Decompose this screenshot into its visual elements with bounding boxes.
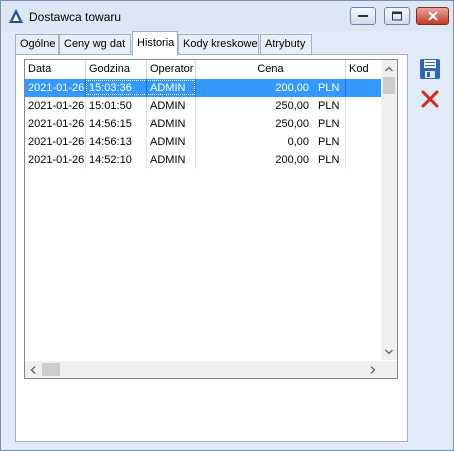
cell-date: 2021-01-26 xyxy=(25,133,86,151)
tab-panel-historia: Data Godzina Operator Cena Kod 2021-01-2… xyxy=(15,54,408,442)
maximize-icon xyxy=(392,11,402,21)
cell-currency: PLN xyxy=(318,100,340,112)
table-row[interactable]: 2021-01-26 14:52:10 ADMIN 200,00 PLN xyxy=(25,151,381,169)
tab-ogolne[interactable]: Ogólne xyxy=(15,34,59,54)
column-header-data[interactable]: Data xyxy=(25,60,86,79)
table-row[interactable]: 2021-01-26 14:56:13 ADMIN 0,00 PLN xyxy=(25,133,381,151)
cell-operator: ADMIN xyxy=(147,97,196,115)
floppy-disk-icon xyxy=(420,59,440,79)
cell-kod xyxy=(346,97,381,115)
table-row[interactable]: 2021-01-26 14:56:15 ADMIN 250,00 PLN xyxy=(25,115,381,133)
cell-date: 2021-01-26 xyxy=(25,115,86,133)
cell-operator: ADMIN xyxy=(147,79,196,97)
cell-date: 2021-01-26 xyxy=(25,79,86,97)
scroll-right-button[interactable] xyxy=(365,361,381,378)
cancel-button[interactable] xyxy=(418,87,442,111)
cell-currency: PLN xyxy=(318,154,340,166)
scroll-down-button[interactable] xyxy=(381,343,397,360)
cell-time: 15:03:36 xyxy=(86,79,147,97)
vertical-scroll-thumb[interactable] xyxy=(383,77,395,94)
horizontal-scrollbar[interactable] xyxy=(25,361,381,378)
grid-header: Data Godzina Operator Cena Kod xyxy=(25,60,381,80)
cell-kod xyxy=(346,151,381,169)
cell-currency: PLN xyxy=(318,82,340,94)
red-x-icon xyxy=(421,90,439,108)
column-header-operator[interactable]: Operator xyxy=(147,60,196,79)
cell-date: 2021-01-26 xyxy=(25,151,86,169)
chevron-up-icon xyxy=(385,66,393,71)
cell-date: 2021-01-26 xyxy=(25,97,86,115)
vertical-scrollbar[interactable] xyxy=(381,60,397,360)
column-header-kod[interactable]: Kod xyxy=(346,60,381,79)
tab-ceny-wg-dat[interactable]: Ceny wg dat xyxy=(59,34,131,54)
chevron-right-icon xyxy=(370,365,376,374)
scroll-up-button[interactable] xyxy=(381,60,397,77)
history-grid[interactable]: Data Godzina Operator Cena Kod 2021-01-2… xyxy=(24,59,398,379)
minimize-icon xyxy=(358,15,368,17)
cell-time: 14:56:13 xyxy=(86,133,147,151)
tab-historia[interactable]: Historia xyxy=(132,31,178,56)
minimize-button[interactable] xyxy=(350,7,376,25)
cell-kod xyxy=(346,133,381,151)
scroll-left-button[interactable] xyxy=(25,361,41,378)
column-header-godzina[interactable]: Godzina xyxy=(86,60,147,79)
title-bar[interactable]: Dostawca towaru xyxy=(1,1,453,31)
dialog-window: Dostawca towaru Ogólne Ceny wg dat Histo… xyxy=(0,0,454,451)
cell-time: 14:56:15 xyxy=(86,115,147,133)
cell-currency: PLN xyxy=(318,136,340,148)
cell-time: 14:52:10 xyxy=(86,151,147,169)
cell-kod xyxy=(346,79,381,97)
cell-operator: ADMIN xyxy=(147,151,196,169)
app-logo-icon xyxy=(9,9,23,23)
cell-operator: ADMIN xyxy=(147,133,196,151)
cell-time: 15:01:50 xyxy=(86,97,147,115)
table-row[interactable]: 2021-01-26 15:03:36 ADMIN 200,00 PLN xyxy=(25,79,381,97)
window-title: Dostawca towaru xyxy=(29,10,122,24)
cell-currency: PLN xyxy=(318,118,340,130)
scrollbar-corner xyxy=(381,361,397,378)
cell-operator: ADMIN xyxy=(147,115,196,133)
chevron-left-icon xyxy=(30,365,36,374)
cell-kod xyxy=(346,115,381,133)
chevron-down-icon xyxy=(385,349,393,354)
table-row[interactable]: 2021-01-26 15:01:50 ADMIN 250,00 PLN xyxy=(25,97,381,115)
close-button[interactable] xyxy=(416,7,449,25)
tab-kody-kreskowe[interactable]: Kody kreskowe xyxy=(178,34,259,54)
tab-atrybuty[interactable]: Atrybuty xyxy=(260,34,312,54)
column-header-cena[interactable]: Cena xyxy=(196,60,346,79)
maximize-button[interactable] xyxy=(384,7,410,25)
close-icon xyxy=(427,11,438,21)
save-button[interactable] xyxy=(418,57,442,81)
horizontal-scroll-thumb[interactable] xyxy=(42,363,60,376)
